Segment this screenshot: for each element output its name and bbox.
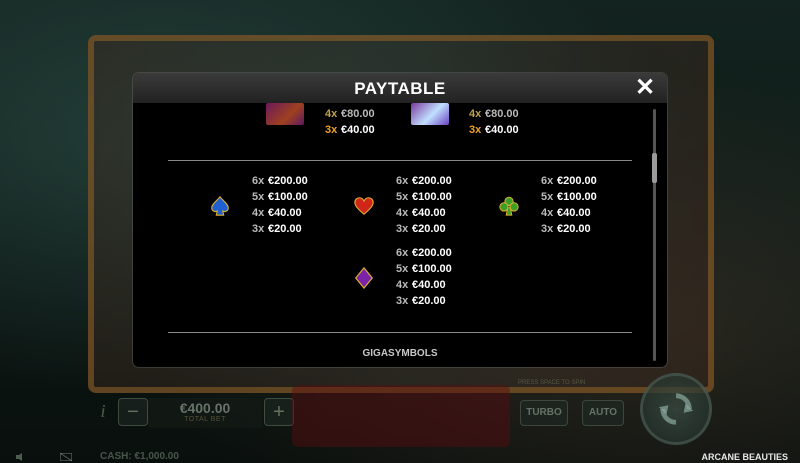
- pay-value: €40.00: [557, 207, 591, 219]
- autoplay-button[interactable]: AUTO: [582, 400, 624, 426]
- pay-multiplier: 5x: [541, 191, 554, 203]
- spin-hint: PRESS SPACE TO SPIN: [518, 380, 586, 386]
- pay-line: 6x €200.00: [541, 175, 597, 187]
- pay-multiplier: 3x: [396, 295, 409, 307]
- pay-line: 3x €20.00: [252, 223, 302, 235]
- pay-line: 3x €20.00: [396, 223, 446, 235]
- cash-balance: CASH: €1,000.00: [100, 451, 179, 462]
- pay-value: €40.00: [341, 124, 375, 136]
- pay-value: €40.00: [268, 207, 302, 219]
- pay-value: €20.00: [557, 223, 591, 235]
- spade-icon: [211, 195, 229, 216]
- pay-value: €40.00: [485, 124, 519, 136]
- pay-line: 3x €40.00: [469, 124, 519, 136]
- pay-multiplier: 3x: [396, 223, 409, 235]
- pay-multiplier: 5x: [396, 263, 409, 275]
- section-divider: [168, 160, 632, 161]
- pay-multiplier: 4x: [469, 108, 482, 120]
- pay-line: 5x €100.00: [541, 191, 597, 203]
- paytable-header: PAYTABLE ✕: [133, 73, 667, 103]
- pay-value: €100.00: [412, 263, 452, 275]
- pay-multiplier: 3x: [252, 223, 265, 235]
- win-panel: [292, 385, 510, 447]
- increase-bet-button[interactable]: +: [264, 398, 294, 426]
- pay-multiplier: 4x: [541, 207, 554, 219]
- pay-multiplier: 4x: [325, 108, 338, 120]
- pay-line: 3x €20.00: [541, 223, 591, 235]
- game-title: ARCANE BEAUTIES: [701, 452, 788, 462]
- section-title-gigasymbols: GIGASYMBOLS: [362, 348, 438, 359]
- pay-line: 3x €40.00: [325, 124, 375, 136]
- pay-value: €20.00: [412, 223, 446, 235]
- scrollbar-thumb[interactable]: [652, 153, 657, 183]
- bet-display: €400.00 TOTAL BET: [148, 398, 262, 428]
- pay-value: €40.00: [412, 279, 446, 291]
- pay-multiplier: 6x: [541, 175, 554, 187]
- spin-button[interactable]: [640, 373, 712, 445]
- pay-value: €20.00: [268, 223, 302, 235]
- pay-line: 4x €40.00: [252, 207, 302, 219]
- pay-multiplier: 3x: [325, 124, 338, 136]
- pay-multiplier: 6x: [396, 175, 409, 187]
- pay-multiplier: 6x: [252, 175, 265, 187]
- close-button[interactable]: ✕: [633, 75, 657, 101]
- pay-line: 6x €200.00: [252, 175, 308, 187]
- pay-multiplier: 5x: [396, 191, 409, 203]
- bet-value: €400.00: [179, 400, 231, 416]
- pay-line: 6x €200.00: [396, 175, 452, 187]
- scrollbar-track[interactable]: [653, 109, 656, 361]
- paytable-modal: PAYTABLE ✕ 4x €80.00 3x €40.00 4x €80.00 3x…: [133, 73, 667, 367]
- pay-value: €200.00: [412, 175, 452, 187]
- pay-line: 5x €100.00: [396, 191, 452, 203]
- pay-value: €100.00: [412, 191, 452, 203]
- pay-value: €200.00: [268, 175, 308, 187]
- pay-line: 3x €20.00: [396, 295, 446, 307]
- bet-label: TOTAL BET: [184, 416, 226, 423]
- purple-beauty-symbol: [266, 103, 304, 125]
- pay-line: 4x €40.00: [396, 207, 446, 219]
- paytable-title: PAYTABLE: [354, 79, 446, 98]
- pay-value: €40.00: [412, 207, 446, 219]
- pay-value: €200.00: [557, 175, 597, 187]
- pay-multiplier: 6x: [396, 247, 409, 259]
- pay-value: €80.00: [341, 108, 375, 120]
- diamond-icon: [354, 267, 374, 289]
- pay-multiplier: 3x: [541, 223, 554, 235]
- pay-value: €80.00: [485, 108, 519, 120]
- pay-multiplier: 5x: [252, 191, 265, 203]
- pay-value: €100.00: [268, 191, 308, 203]
- sound-icon[interactable]: [16, 453, 26, 461]
- pay-line: 6x €200.00: [396, 247, 452, 259]
- heart-icon: [354, 197, 374, 215]
- pay-value: €100.00: [557, 191, 597, 203]
- pay-line: 4x €40.00: [396, 279, 446, 291]
- decrease-bet-button[interactable]: −: [118, 398, 148, 426]
- spin-arrows-icon: [658, 393, 694, 425]
- pay-line: 4x €80.00: [325, 108, 375, 120]
- blue-beauty-symbol: [411, 103, 449, 125]
- section-divider: [168, 332, 632, 333]
- pay-multiplier: 4x: [252, 207, 265, 219]
- pay-line: 5x €100.00: [252, 191, 308, 203]
- club-icon: [499, 196, 519, 216]
- pay-value: €20.00: [412, 295, 446, 307]
- pay-line: 5x €100.00: [396, 263, 452, 275]
- pay-line: 4x €40.00: [541, 207, 591, 219]
- pay-multiplier: 4x: [396, 279, 409, 291]
- pay-line: 4x €80.00: [469, 108, 519, 120]
- info-button[interactable]: i: [92, 398, 114, 424]
- pay-value: €200.00: [412, 247, 452, 259]
- settings-icon[interactable]: [59, 452, 73, 462]
- turbo-button[interactable]: TURBO: [520, 400, 568, 426]
- pay-multiplier: 3x: [469, 124, 482, 136]
- pay-multiplier: 4x: [396, 207, 409, 219]
